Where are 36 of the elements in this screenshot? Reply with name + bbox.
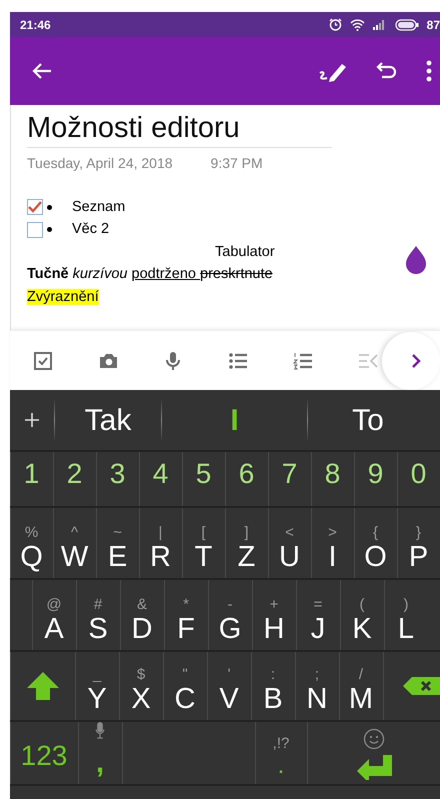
bullet-icon (47, 227, 52, 232)
signal-icon (372, 19, 387, 30)
shift-arrow-icon (26, 671, 60, 701)
smiley-icon (362, 728, 384, 750)
battery-percent: 87 (426, 16, 440, 34)
suggestion-word[interactable]: I (162, 398, 307, 442)
battery-icon (394, 18, 419, 30)
bullet-icon (47, 204, 52, 210)
enter-arrow-icon (356, 754, 392, 780)
highlighted-text: Zvýraznění (27, 288, 99, 305)
list-item-text: Věc 2 (72, 220, 110, 240)
suggestion-word[interactable]: Tak (55, 398, 161, 442)
microphone-icon (95, 722, 105, 739)
wifi-icon (350, 18, 365, 30)
alarm-icon (328, 18, 342, 31)
list-item-text: Seznam (72, 198, 126, 217)
bullet-list-icon[interactable] (228, 350, 248, 370)
note-date: Tuesday, April 24, 2018 (27, 154, 173, 173)
back-icon[interactable] (32, 62, 52, 80)
drop-icon[interactable] (404, 245, 428, 275)
clock-time: 21:46 (20, 16, 51, 34)
numbered-list-icon[interactable] (292, 350, 312, 370)
tab-text: Tabulator (215, 244, 275, 260)
undo-icon[interactable] (376, 61, 398, 81)
chevron-right-icon (411, 352, 421, 369)
checkbox[interactable] (27, 222, 43, 238)
suggestion-word[interactable]: To (308, 398, 428, 442)
backspace-key[interactable] (383, 652, 440, 720)
checkbox[interactable] (27, 199, 43, 216)
formatted-text: Tučně kurzívou podtrženo preskrtnute (27, 266, 273, 282)
checkbox-icon[interactable] (32, 350, 52, 370)
backspace-icon (402, 676, 440, 696)
note-time: 9:37 PM (210, 154, 263, 173)
more-icon[interactable] (426, 60, 432, 82)
note-title: Možnosti editoru (27, 113, 332, 148)
plus-icon[interactable] (24, 412, 40, 428)
